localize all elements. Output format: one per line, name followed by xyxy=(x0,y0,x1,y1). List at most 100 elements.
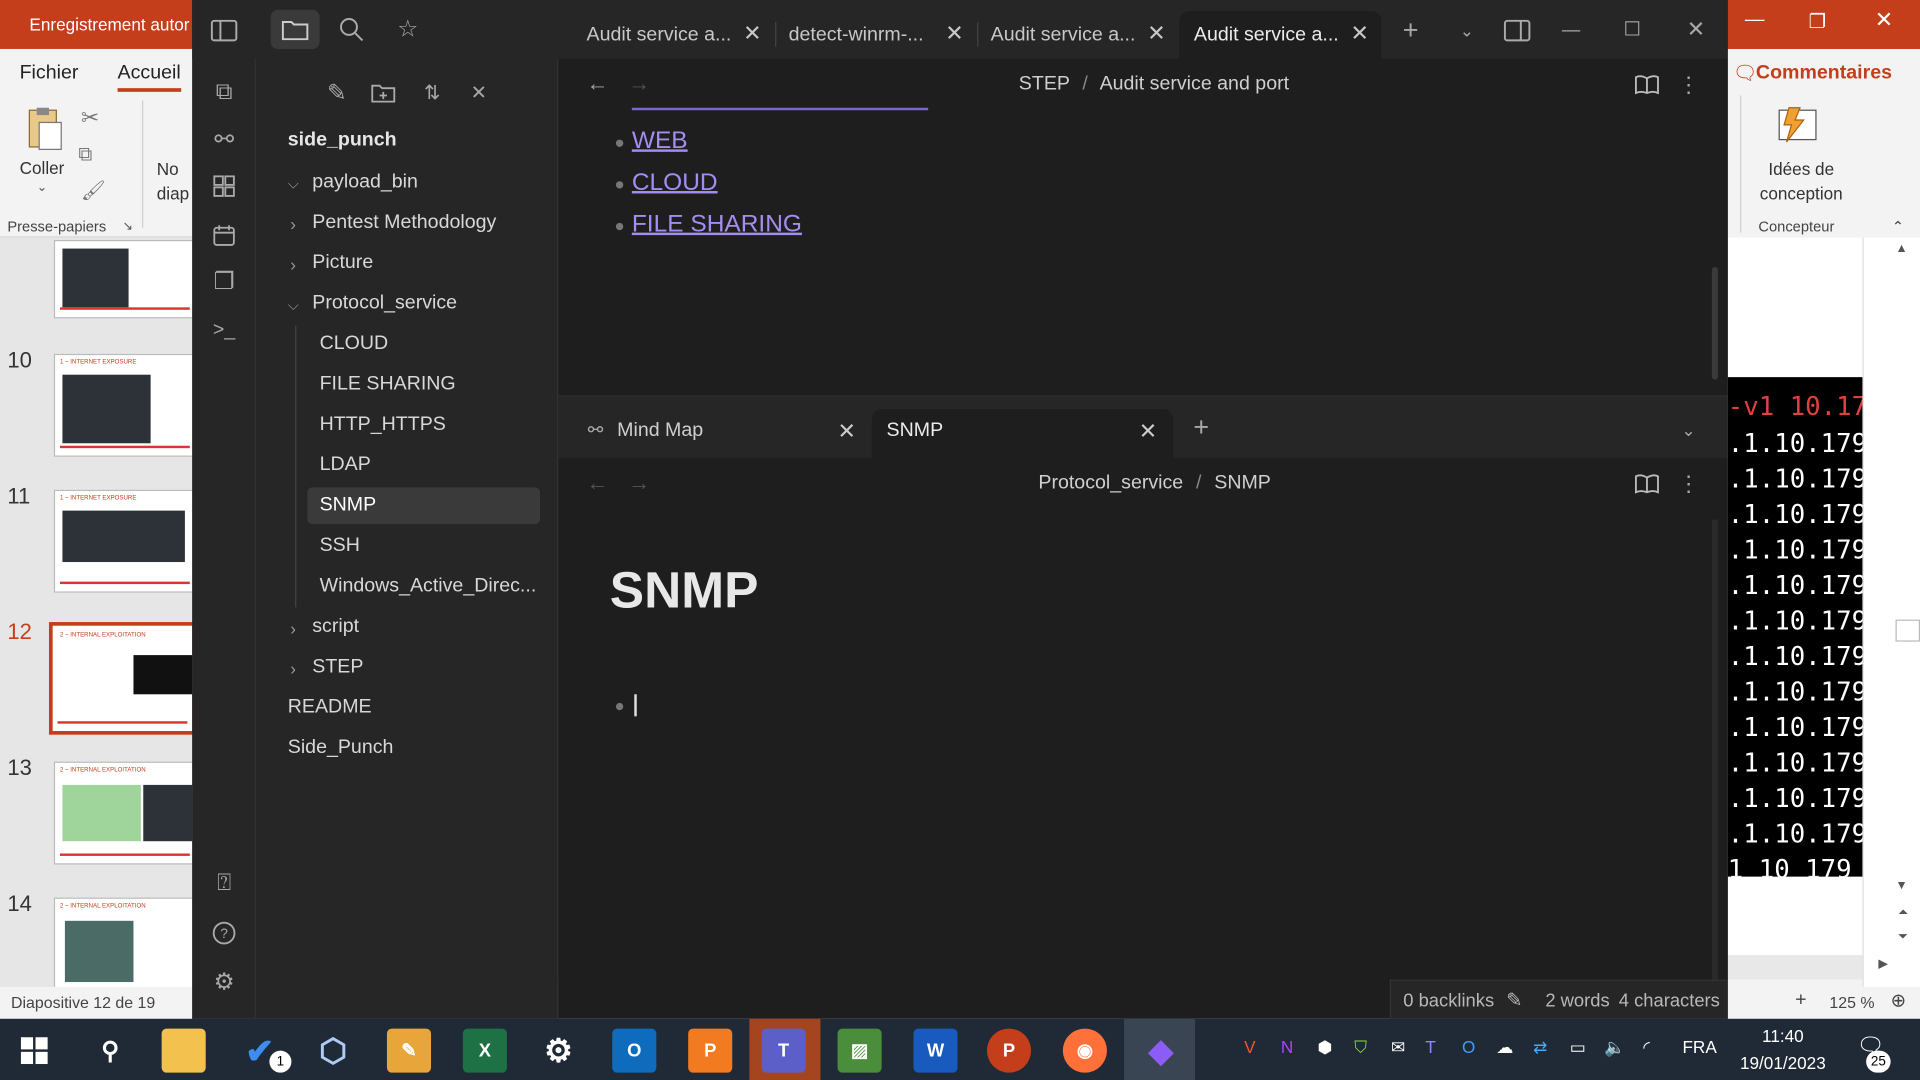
folder-protocol-service[interactable]: Protocol_service xyxy=(312,293,457,315)
volume-icon[interactable]: 🔈 xyxy=(1604,1037,1625,1058)
reading-view-icon[interactable] xyxy=(1631,468,1663,500)
folder-script[interactable]: script xyxy=(312,616,359,638)
clock-time[interactable]: 11:40 xyxy=(1736,1026,1829,1046)
new-tab-icon[interactable]: + xyxy=(1185,411,1217,443)
sidebar-toggle-icon[interactable] xyxy=(207,15,241,47)
file-cloud[interactable]: CLOUD xyxy=(320,333,389,355)
forward-arrow-icon[interactable]: → xyxy=(624,69,653,98)
new-slide-label[interactable]: No diap xyxy=(157,157,189,206)
minimize-icon[interactable]: — xyxy=(1556,15,1585,44)
text-cursor[interactable] xyxy=(634,694,637,717)
folder-pentest-methodology[interactable]: Pentest Methodology xyxy=(312,212,496,234)
file-explorer-tab[interactable] xyxy=(270,9,320,49)
scrollbar-thumb[interactable] xyxy=(1711,519,1718,985)
minimize-icon[interactable]: — xyxy=(1745,10,1765,32)
file-ldap[interactable]: LDAP xyxy=(320,454,371,476)
file-snmp[interactable]: SNMP xyxy=(320,495,377,517)
collapse-all-icon[interactable]: ✕ xyxy=(462,76,496,110)
settings-gear-icon[interactable]: ⚙ xyxy=(207,965,241,999)
search-icon[interactable]: ⚲ xyxy=(88,1029,132,1073)
graph-view-icon[interactable]: ⚯ xyxy=(207,122,241,156)
sync-icon[interactable]: ⇄ xyxy=(1533,1037,1547,1058)
paste-icon[interactable] xyxy=(22,105,66,154)
firefox-app-icon[interactable]: ◉ xyxy=(1062,1028,1107,1073)
canvas-icon[interactable] xyxy=(207,169,241,203)
breadcrumb-current[interactable]: SNMP xyxy=(1214,473,1271,494)
onenote-icon[interactable]: N xyxy=(1281,1037,1293,1057)
slide-thumbnail-13[interactable]: 2 – INTERNAL EXPLOITATION xyxy=(53,761,196,865)
zoom-level[interactable]: 125 % xyxy=(1829,993,1874,1011)
scroll-down-icon[interactable]: ▼ xyxy=(1896,879,1908,892)
folder-picture[interactable]: Picture xyxy=(312,252,373,274)
back-arrow-icon[interactable]: ← xyxy=(583,468,612,497)
pencil-icon[interactable]: ✎ xyxy=(1506,988,1522,1012)
file-side-punch[interactable]: Side_Punch xyxy=(288,737,394,759)
language-indicator[interactable]: FRA xyxy=(1682,1037,1716,1057)
tab-mind-map[interactable]: ⚯ Mind Map ✕ xyxy=(573,409,867,458)
file-readme[interactable]: README xyxy=(288,697,372,719)
designer-icon[interactable] xyxy=(1774,103,1823,147)
tab-snmp[interactable]: SNMP ✕ xyxy=(871,408,1174,458)
next-slide-icon[interactable]: ⏷ xyxy=(1898,931,1908,944)
zoom-in-icon[interactable]: + xyxy=(1795,989,1806,1011)
previous-slide-icon[interactable]: ⏶ xyxy=(1898,906,1908,919)
horizontal-scrollbar[interactable] xyxy=(1727,955,1863,980)
close-icon[interactable]: ✕ xyxy=(1147,21,1165,47)
slide-thumbnail-12[interactable]: 2 – INTERNAL EXPLOITATION xyxy=(48,622,196,735)
tab-audit-service-2[interactable]: Audit service a... ✕ xyxy=(976,11,1178,59)
ribbon-tab-file[interactable]: Fichier xyxy=(20,62,79,84)
scroll-thumb[interactable] xyxy=(1895,619,1920,642)
file-ssh[interactable]: SSH xyxy=(320,535,360,557)
tab-detect-winrm[interactable]: detect-winrm-... ✕ xyxy=(774,11,976,59)
link-cloud[interactable]: CLOUD xyxy=(632,169,718,197)
chevron-down-icon[interactable]: ⌵ xyxy=(288,175,299,193)
mail-icon[interactable]: ✉ xyxy=(1391,1037,1405,1058)
powerpoint-app-icon[interactable]: P xyxy=(986,1028,1032,1073)
fit-slide-icon[interactable]: ⊕ xyxy=(1891,989,1906,1012)
comment-icon[interactable]: 🗨 xyxy=(1733,61,1758,85)
search-icon[interactable] xyxy=(334,12,368,46)
slide-thumbnail[interactable] xyxy=(53,240,196,319)
new-tab-icon[interactable]: + xyxy=(1395,15,1427,47)
scroll-right-icon[interactable]: ▶ xyxy=(1878,958,1887,971)
virtualbox-app-icon[interactable]: ⬡ xyxy=(311,1029,355,1073)
folder-step[interactable]: STEP xyxy=(312,656,363,678)
tab-list-chevron-icon[interactable]: ⌄ xyxy=(1451,15,1483,47)
chevron-down-icon[interactable]: ⌄ xyxy=(37,181,47,194)
chevron-right-icon[interactable]: › xyxy=(290,659,296,679)
image-app-icon[interactable]: ▨ xyxy=(837,1028,882,1073)
tab-audit-service-1[interactable]: Audit service a... ✕ xyxy=(572,11,774,59)
teams-tray-icon[interactable]: T xyxy=(1425,1037,1435,1057)
file-http-https[interactable]: HTTP_HTTPS xyxy=(320,414,446,436)
notepad-plus-app-icon[interactable]: ✎ xyxy=(386,1028,432,1073)
new-folder-icon[interactable] xyxy=(366,76,400,110)
close-icon[interactable]: ✕ xyxy=(1875,7,1893,33)
back-arrow-icon[interactable]: ← xyxy=(583,69,612,98)
close-icon[interactable]: ✕ xyxy=(1139,419,1157,445)
right-sidebar-toggle-icon[interactable] xyxy=(1500,15,1534,47)
breadcrumb-current[interactable]: Audit service and port xyxy=(1100,73,1289,94)
breadcrumb-parent[interactable]: Protocol_service xyxy=(1038,473,1183,494)
close-icon[interactable]: ✕ xyxy=(1351,21,1369,47)
scrollbar-thumb[interactable] xyxy=(1711,266,1718,380)
close-icon[interactable]: ✕ xyxy=(743,21,761,47)
slide-thumbnail-14[interactable]: 2 – INTERNAL EXPLOITATION xyxy=(53,897,196,987)
outlook-app-icon[interactable]: O xyxy=(612,1028,657,1073)
scroll-up-icon[interactable]: ▲ xyxy=(1896,242,1908,255)
open-switcher-icon[interactable]: ⧉ xyxy=(207,76,241,110)
excel-app-icon[interactable]: X xyxy=(462,1028,507,1073)
note-heading[interactable]: SNMP xyxy=(610,561,759,620)
bookmark-star-icon[interactable]: ☆ xyxy=(391,12,425,46)
reading-view-icon[interactable] xyxy=(1631,69,1663,101)
vault-name[interactable]: side_punch xyxy=(288,130,397,152)
file-file-sharing[interactable]: FILE SHARING xyxy=(320,373,456,395)
outlook-tray-icon[interactable]: O xyxy=(1462,1037,1475,1057)
copy-icon[interactable]: ⧉ xyxy=(78,144,92,166)
sort-icon[interactable]: ⇅ xyxy=(415,76,449,110)
collapse-ribbon-icon[interactable]: ⌃ xyxy=(1892,218,1904,235)
templates-icon[interactable]: ❐ xyxy=(207,264,241,298)
folder-payload-bin[interactable]: payload_bin xyxy=(312,171,418,193)
onedrive-icon[interactable]: ☁ xyxy=(1496,1037,1513,1058)
new-note-icon[interactable]: ✎ xyxy=(320,76,354,110)
command-palette-icon[interactable]: >_ xyxy=(207,313,241,347)
